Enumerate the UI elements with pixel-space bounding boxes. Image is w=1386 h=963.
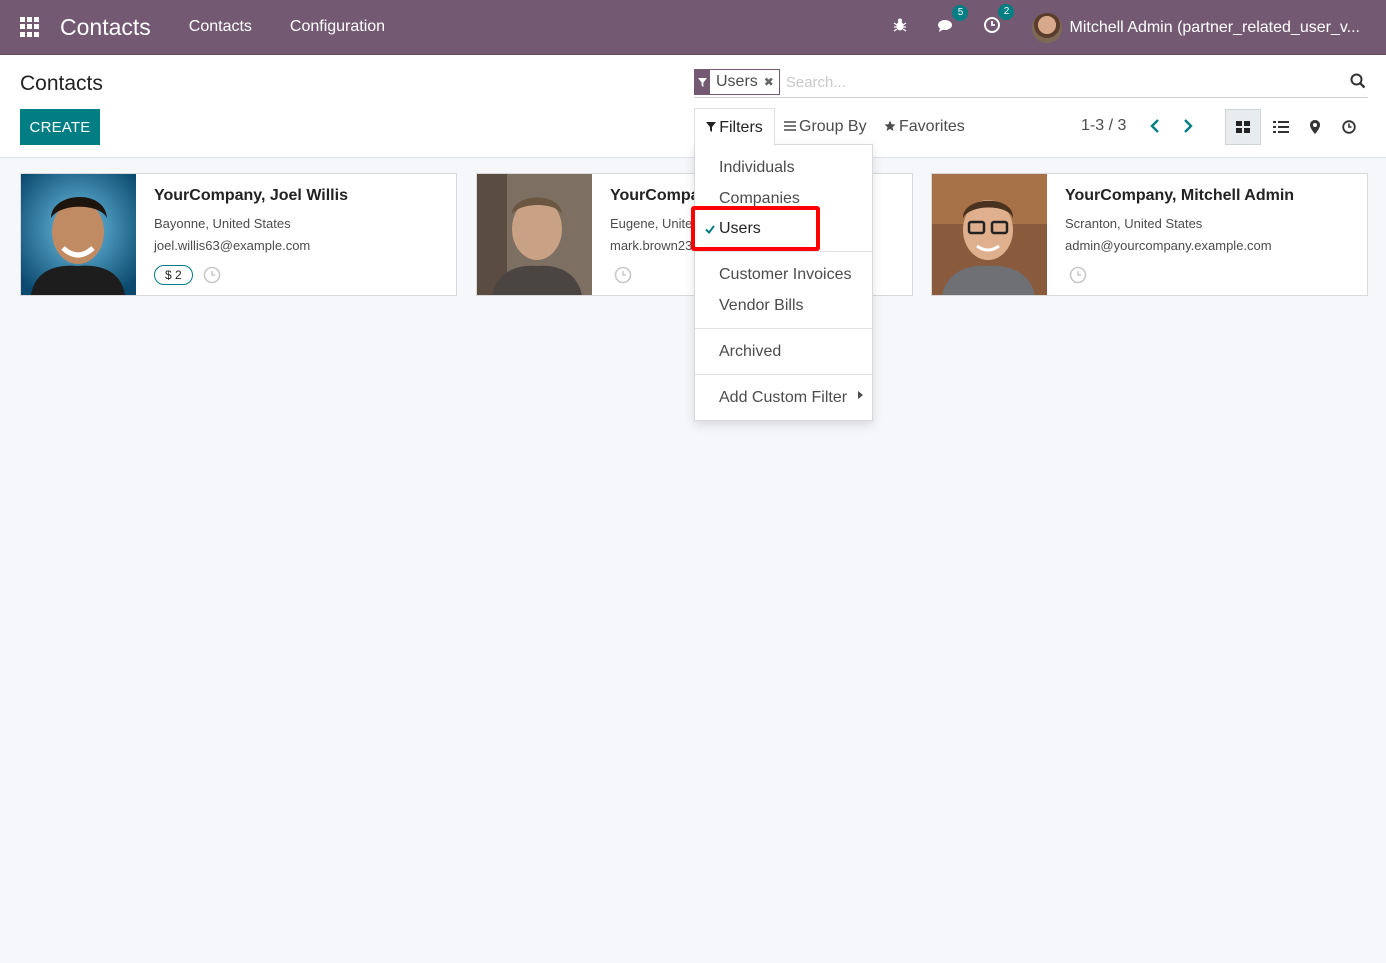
top-navbar: Contacts Contacts Configuration 5 2 Mitc…: [0, 0, 1386, 55]
user-menu[interactable]: Mitchell Admin (partner_related_user_v..…: [1032, 12, 1360, 43]
pager-next-icon[interactable]: [1176, 115, 1200, 137]
page-title: Contacts: [20, 72, 103, 95]
filter-funnel-icon: [706, 121, 717, 135]
filters-label: Filters: [719, 118, 763, 136]
menu-divider: [695, 374, 872, 375]
contact-name: YourCompany, Mitchell Admin: [1065, 187, 1295, 204]
check-icon: [705, 223, 715, 237]
menu-contacts[interactable]: Contacts: [189, 18, 252, 36]
groupby-label: Group By: [799, 118, 867, 135]
list-view-icon[interactable]: [1263, 109, 1299, 145]
filter-item-companies[interactable]: Companies: [719, 190, 800, 208]
activity-clock-icon[interactable]: [203, 266, 221, 284]
pager-value[interactable]: 1-3 / 3: [1081, 117, 1126, 135]
filters-toggle-button[interactable]: Filters: [694, 108, 775, 146]
activities-clock-icon[interactable]: 2: [974, 4, 1015, 39]
favorites-toggle-button[interactable]: Favorites: [884, 108, 965, 146]
messaging-chat-icon[interactable]: 5: [928, 5, 969, 38]
kanban-view-icon[interactable]: [1225, 109, 1261, 145]
search-bar: Users ✖: [694, 67, 1368, 98]
user-avatar: [1032, 12, 1063, 43]
filter-item-individuals[interactable]: Individuals: [719, 159, 795, 177]
search-input[interactable]: [785, 73, 1326, 91]
user-name: Mitchell Admin (partner_related_user_v..…: [1069, 18, 1360, 36]
contact-card[interactable]: YourCompany, Mitchell Admin Scranton, Un…: [931, 173, 1368, 296]
contact-location: Scranton, United States: [1065, 216, 1203, 231]
groupby-toggle-button[interactable]: Group By: [784, 108, 867, 146]
filter-item-vendor-bills[interactable]: Vendor Bills: [719, 297, 804, 315]
app-brand[interactable]: Contacts: [60, 14, 151, 41]
filters-dropdown-menu: Individuals Companies Users Customer Inv…: [694, 144, 873, 421]
apps-menu-icon[interactable]: [20, 17, 40, 37]
filter-funnel-icon: [695, 70, 710, 94]
contact-name: YourCompany, Joel Willis: [154, 187, 348, 204]
filter-item-archived[interactable]: Archived: [719, 343, 781, 361]
contact-location: Bayonne, United States: [154, 216, 291, 231]
contact-email: joel.willis63@example.com: [154, 238, 311, 253]
facet-remove-icon[interactable]: ✖: [764, 75, 779, 89]
messages-count-badge: 5: [952, 5, 969, 21]
invoices-badge[interactable]: $ 2: [154, 265, 193, 285]
activities-count-badge: 2: [998, 4, 1015, 20]
facet-value: Users: [716, 73, 758, 90]
add-custom-filter[interactable]: Add Custom Filter: [719, 389, 847, 407]
menu-divider: [695, 251, 872, 252]
create-button[interactable]: CREATE: [20, 109, 100, 145]
contact-photo: [477, 174, 592, 295]
contact-photo: [21, 174, 136, 295]
contact-photo: [932, 174, 1047, 295]
star-icon: [884, 120, 896, 135]
activity-clock-icon[interactable]: [1069, 266, 1087, 284]
search-facet-users: Users ✖: [694, 69, 780, 95]
contact-card[interactable]: YourCompany, Joel Willis Bayonne, United…: [20, 173, 457, 296]
contact-email: admin@yourcompany.example.com: [1065, 238, 1272, 253]
filter-item-users[interactable]: Users: [719, 220, 761, 238]
map-pin-icon[interactable]: [1297, 109, 1333, 145]
menu-divider: [695, 328, 872, 329]
search-icon[interactable]: [1350, 73, 1366, 89]
menu-configuration[interactable]: Configuration: [290, 18, 385, 36]
pager-previous-icon[interactable]: [1143, 115, 1167, 137]
debug-bug-icon[interactable]: [882, 17, 918, 38]
bars-icon: [784, 120, 796, 134]
caret-right-icon: [858, 391, 863, 401]
activity-view-clock-icon[interactable]: [1331, 109, 1367, 145]
activity-clock-icon[interactable]: [614, 266, 632, 284]
filter-item-customer-invoices[interactable]: Customer Invoices: [719, 266, 852, 284]
favorites-label: Favorites: [899, 118, 965, 135]
control-panel: Contacts CREATE Users ✖ Filters Group By…: [0, 55, 1386, 158]
